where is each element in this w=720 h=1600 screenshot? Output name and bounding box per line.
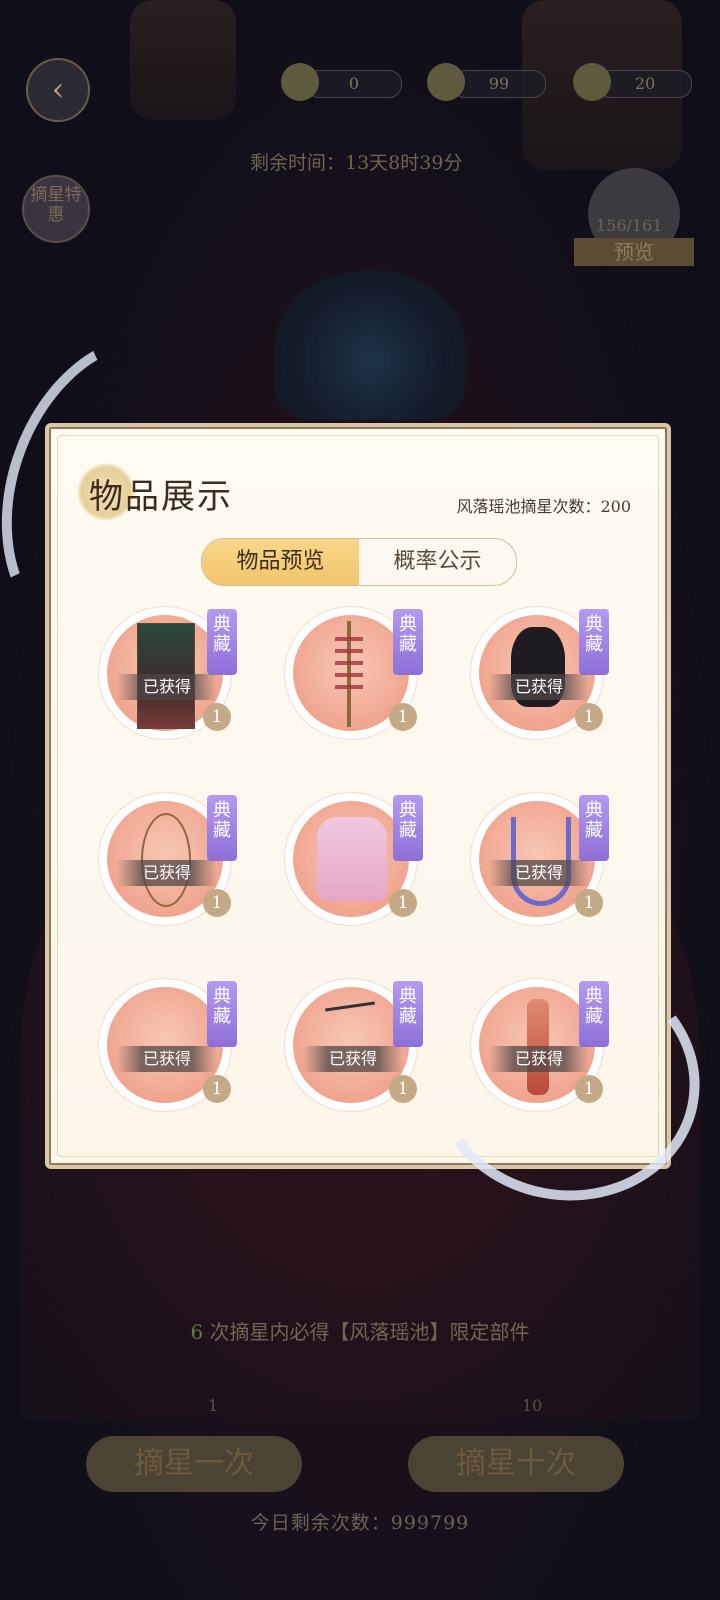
guarantee-desc: 次摘星内必得【风落瑶池】限定部件	[209, 1320, 530, 1344]
item-quantity: 1	[203, 703, 231, 731]
collection-tag: 典藏	[579, 795, 609, 861]
resource-coin[interactable]: 99	[427, 63, 546, 101]
star-deal-button[interactable]: 摘星特惠	[22, 175, 90, 243]
item-card[interactable]: 典藏 已获得 1	[99, 793, 239, 933]
item-quantity: 1	[389, 889, 417, 917]
collection-tag: 典藏	[207, 609, 237, 675]
collection-tag: 典藏	[393, 609, 423, 675]
collection-tag: 典藏	[393, 981, 423, 1047]
resource-book[interactable]: 0	[281, 63, 402, 101]
hairpin-beads-icon	[335, 637, 363, 697]
guarantee-text: 6 次摘星内必得【风落瑶池】限定部件	[0, 1316, 720, 1345]
back-button[interactable]: ‹	[26, 58, 90, 122]
tab-bar: 物品预览 概率公示	[201, 538, 517, 586]
pearl-icon	[573, 63, 611, 101]
item-quantity: 1	[389, 1075, 417, 1103]
resource-value: 99	[488, 74, 510, 93]
obtained-label: 已获得	[117, 860, 217, 886]
panel-title: 物品展示	[89, 477, 233, 517]
event-timer: 剩余时间：13天8时39分	[250, 152, 463, 174]
preview-label: 预览	[574, 238, 694, 266]
obtained-label: 已获得	[117, 1046, 217, 1072]
item-quantity: 1	[203, 1075, 231, 1103]
obtained-label: 已获得	[303, 1046, 403, 1072]
book-icon	[281, 63, 319, 101]
obtained-label: 已获得	[117, 674, 217, 700]
star-deal-label: 摘星特惠	[30, 185, 82, 225]
item-quantity: 1	[203, 889, 231, 917]
item-card[interactable]: 典藏 已获得 1	[471, 793, 611, 933]
collection-tag: 典藏	[579, 609, 609, 675]
back-arrow-icon: ‹	[51, 70, 65, 108]
obtained-label: 已获得	[489, 860, 589, 886]
item-quantity: 1	[575, 703, 603, 731]
item-quantity: 1	[389, 703, 417, 731]
item-card[interactable]: 典藏 1	[285, 607, 425, 747]
draw-ten-cost: 10	[522, 1396, 543, 1415]
item-card[interactable]: 典藏 已获得 1	[471, 607, 611, 747]
item-card[interactable]: 典藏 已获得 1	[99, 607, 239, 747]
remaining-count: 今日剩余次数：999799	[250, 1512, 470, 1534]
preview-button[interactable]: 156/161 预览	[574, 168, 694, 266]
collection-tag: 典藏	[207, 795, 237, 861]
tab-probability[interactable]: 概率公示	[359, 539, 516, 585]
collection-tag: 典藏	[207, 981, 237, 1047]
preview-count: 156/161	[596, 216, 663, 235]
resource-pearl[interactable]: 20	[573, 63, 692, 101]
draw-once-cost: 1	[208, 1396, 219, 1415]
coin-icon	[427, 63, 465, 101]
item-card[interactable]: 典藏 已获得 1	[99, 979, 239, 1119]
item-quantity: 1	[575, 889, 603, 917]
pull-count: 风落瑶池摘星次数：200	[456, 497, 631, 516]
guarantee-number: 6	[190, 1320, 204, 1344]
draw-once-button[interactable]: 摘星一次	[86, 1436, 302, 1492]
resource-value: 20	[634, 74, 656, 93]
tab-item-preview[interactable]: 物品预览	[202, 539, 359, 585]
draw-ten-button[interactable]: 摘星十次	[408, 1436, 624, 1492]
collection-tag: 典藏	[393, 795, 423, 861]
resource-value: 0	[348, 74, 360, 93]
obtained-label: 已获得	[489, 674, 589, 700]
item-card[interactable]: 典藏 已获得 1	[285, 979, 425, 1119]
pink-top-icon	[317, 817, 387, 901]
item-card[interactable]: 典藏 1	[285, 793, 425, 933]
